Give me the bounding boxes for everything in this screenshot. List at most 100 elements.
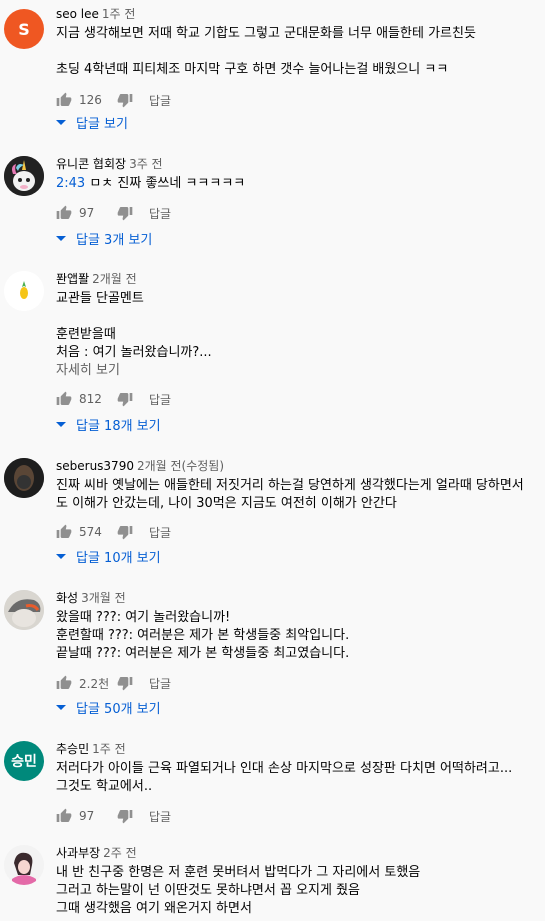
- comment-line: 끝날때 ???: 여러분은 제가 본 학생들중 최고였습니다.: [56, 646, 350, 661]
- view-replies-label: 답글 18개 보기: [76, 418, 161, 434]
- dislike-icon[interactable]: [117, 675, 133, 691]
- view-replies-label: 답글 보기: [76, 116, 128, 132]
- caret-down-icon: [56, 554, 66, 559]
- comment-header: seberus3790 2개월 전(수정됨): [56, 458, 536, 474]
- view-replies-button[interactable]: 답글 18개 보기: [56, 414, 161, 434]
- pineapple-avatar-icon: [4, 271, 44, 311]
- comment-time[interactable]: 2주 전: [103, 846, 137, 860]
- dislike-icon[interactable]: [117, 391, 133, 407]
- comment-actions: 97 답글: [56, 203, 171, 223]
- unicorn-avatar-icon: [4, 156, 44, 196]
- comment-text: 왔을때 ???: 여기 놀러왔습니까! 훈련할때 ???: 여러분은 제가 본 …: [56, 609, 536, 663]
- view-replies-label: 답글 3개 보기: [76, 232, 153, 248]
- avatar-letter: S: [18, 19, 30, 39]
- comment-line: 지금 생각해보면 저때 학교 기합도 그렇고 군대문화를 너무 애들한테 가르친…: [56, 26, 476, 41]
- profile-photo-icon: [4, 590, 44, 630]
- comment-line: 교관들 단골멘트: [56, 291, 144, 306]
- comment-header: 추승민 1주 전: [56, 741, 536, 757]
- dislike-icon[interactable]: [117, 92, 133, 108]
- comment-line: 그때 생각했음 여기 왜온거지 하면서: [56, 901, 252, 916]
- comment-line: 초딩 4학년때 피티체조 마지막 구호 하면 갯수 늘어나는걸 배웠으니 ㅋㅋ: [56, 62, 449, 77]
- comment-body: 유니콘 협회장 3주 전 2:43 ㅁㅊ 진짜 좋쓰네 ㅋㅋㅋㅋㅋ: [56, 156, 536, 193]
- avatar[interactable]: [4, 845, 44, 885]
- comment-line: 훈련받을때: [56, 327, 116, 342]
- caret-down-icon: [56, 705, 66, 710]
- profile-photo-icon: [4, 458, 44, 498]
- author-name[interactable]: 화성: [56, 591, 78, 605]
- timestamp-link[interactable]: 2:43: [56, 176, 85, 191]
- like-icon[interactable]: [56, 391, 72, 407]
- read-more-link[interactable]: 자세히 보기: [56, 362, 536, 380]
- comment-actions: 2.2천 답글: [56, 673, 171, 693]
- view-replies-label: 답글 50개 보기: [76, 701, 161, 717]
- view-replies-button[interactable]: 답글 10개 보기: [56, 546, 161, 566]
- comment-line: 내 반 친구중 한명은 저 훈련 못버텨서 밥먹다가 그 자리에서 토했음: [56, 865, 421, 880]
- reply-button[interactable]: 답글: [149, 675, 171, 692]
- reply-button[interactable]: 답글: [149, 524, 171, 541]
- comment-header: seo lee 1주 전: [56, 6, 536, 22]
- comment-text: 지금 생각해보면 저때 학교 기합도 그렇고 군대문화를 너무 애들한테 가르친…: [56, 25, 536, 79]
- like-icon[interactable]: [56, 205, 72, 221]
- like-count: 126: [79, 93, 102, 107]
- like-icon[interactable]: [56, 808, 72, 824]
- caret-down-icon: [56, 120, 66, 125]
- avatar[interactable]: [4, 156, 44, 196]
- comment-line: 처음 : 여기 놀러왔습니까?...: [56, 345, 212, 360]
- reply-button[interactable]: 답글: [149, 808, 171, 825]
- comment-time[interactable]: 1주 전: [102, 7, 136, 21]
- comment-body: 퐌앱퐐 2개월 전 교관들 단골멘트 훈련받을때 처음 : 여기 놀러왔습니까?.…: [56, 271, 536, 380]
- comment-header: 사과부장 2주 전: [56, 845, 536, 861]
- comment-text: 교관들 단골멘트 훈련받을때 처음 : 여기 놀러왔습니까?...: [56, 290, 536, 362]
- avatar[interactable]: S: [4, 9, 44, 49]
- comment-actions: 126 답글: [56, 90, 171, 110]
- comment-text: 내 반 친구중 한명은 저 훈련 못버텨서 밥먹다가 그 자리에서 토했음 그러…: [56, 864, 536, 918]
- comment-actions: 574 답글: [56, 522, 171, 542]
- comment-blank-line: [56, 308, 536, 326]
- avatar[interactable]: 승민: [4, 741, 44, 781]
- author-name[interactable]: seo lee: [56, 7, 99, 21]
- comment-header: 퐌앱퐐 2개월 전: [56, 271, 536, 287]
- like-count: 2.2천: [79, 676, 110, 691]
- view-replies-button[interactable]: 답글 보기: [56, 112, 128, 132]
- comment-body: seo lee 1주 전 지금 생각해보면 저때 학교 기합도 그렇고 군대문화를…: [56, 6, 536, 79]
- comment-line: 도 이해가 안갔는데, 나이 30먹은 지금도 여전히 이해가 안간다: [56, 496, 397, 511]
- comment-body: 사과부장 2주 전 내 반 친구중 한명은 저 훈련 못버텨서 밥먹다가 그 자리…: [56, 845, 536, 918]
- view-replies-button[interactable]: 답글 50개 보기: [56, 697, 161, 717]
- comment-line: 그러고 하는말이 넌 이딴것도 못하냐면서 꼽 오지게 줬음: [56, 883, 361, 898]
- like-icon[interactable]: [56, 675, 72, 691]
- comment-line: 저러다가 아이들 근육 파열되거나 인대 손상 마지막으로 성장판 다치면 어떡…: [56, 761, 513, 776]
- avatar[interactable]: [4, 590, 44, 630]
- like-count: 812: [79, 392, 102, 406]
- comment-actions: 812 답글: [56, 389, 171, 409]
- comment-header: 화성 3개월 전: [56, 590, 536, 606]
- avatar[interactable]: [4, 271, 44, 311]
- comment-time[interactable]: 3개월 전: [81, 591, 126, 605]
- reply-button[interactable]: 답글: [149, 391, 171, 408]
- view-replies-button[interactable]: 답글 3개 보기: [56, 228, 152, 248]
- reply-button[interactable]: 답글: [149, 205, 171, 222]
- comment-time[interactable]: 3주 전: [129, 157, 163, 171]
- comment-time[interactable]: 1주 전: [92, 742, 126, 756]
- author-name[interactable]: 퐌앱퐐: [56, 272, 89, 286]
- comment-line: 훈련할때 ???: 여러분은 제가 본 학생들중 최악입니다.: [56, 628, 350, 643]
- author-name[interactable]: 유니콘 협회장: [56, 157, 126, 171]
- dislike-icon[interactable]: [117, 808, 133, 824]
- comment-line: 그것도 학교에서..: [56, 779, 153, 794]
- like-icon[interactable]: [56, 524, 72, 540]
- view-replies-label: 답글 10개 보기: [76, 550, 161, 566]
- reply-button[interactable]: 답글: [149, 92, 171, 109]
- dislike-icon[interactable]: [117, 205, 133, 221]
- comment-line: 진짜 씨바 옛날에는 애들한테 저짓거리 하는걸 당연하게 생각했다는게 얼라때…: [56, 478, 524, 493]
- like-icon[interactable]: [56, 92, 72, 108]
- author-name[interactable]: seberus3790: [56, 459, 134, 473]
- like-count: 574: [79, 525, 102, 539]
- dislike-icon[interactable]: [117, 524, 133, 540]
- comment-time[interactable]: 2개월 전(수정됨): [137, 459, 224, 473]
- avatar[interactable]: [4, 458, 44, 498]
- like-count: 97: [79, 809, 95, 823]
- author-name[interactable]: 추승민: [56, 742, 89, 756]
- caret-down-icon: [56, 236, 66, 241]
- author-name[interactable]: 사과부장: [56, 846, 100, 860]
- comment-line: 왔을때 ???: 여기 놀러왔습니까!: [56, 610, 231, 625]
- comment-time[interactable]: 2개월 전: [92, 272, 137, 286]
